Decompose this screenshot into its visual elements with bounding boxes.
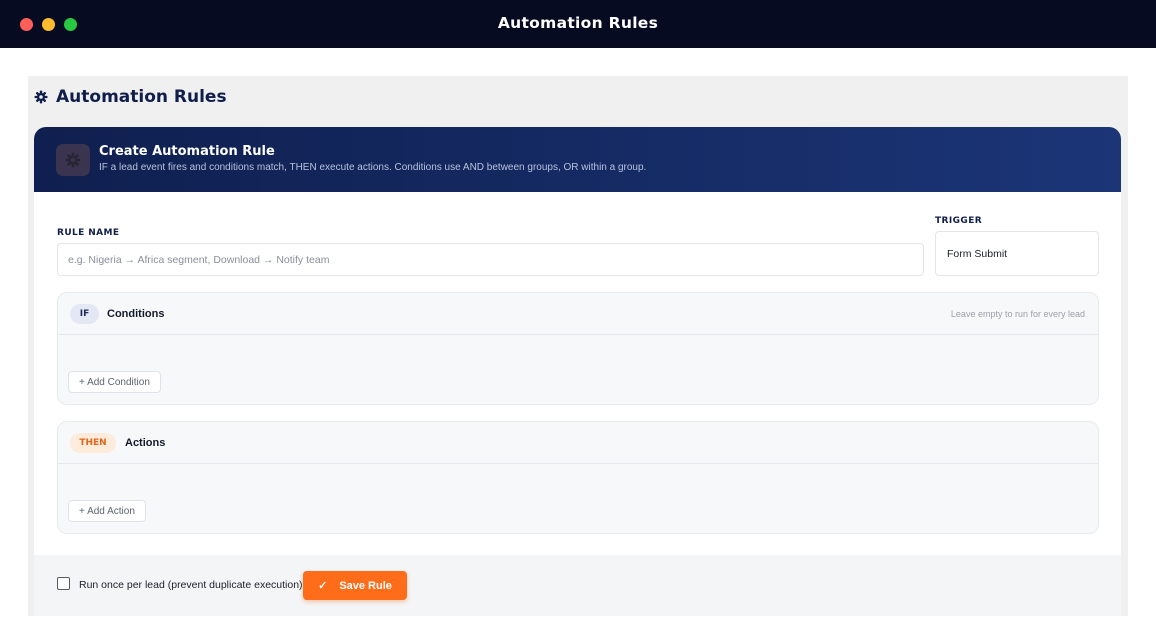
trigger-label: TRIGGER [935,216,983,226]
card-header: Create Automation Rule IF a lead event f… [34,127,1121,192]
page-title-row: Automation Rules [34,87,227,107]
add-action-button[interactable]: + Add Action [68,500,146,522]
page-title: Automation Rules [56,87,227,107]
conditions-hint: Leave empty to run for every lead [950,309,1085,319]
card-header-icon-box [56,144,90,176]
trigger-select[interactable]: Form Submit [935,231,1099,276]
conditions-header: IF Conditions Leave empty to run for eve… [58,293,1098,335]
actions-header: THEN Actions [58,422,1098,464]
run-once-label[interactable]: Run once per lead (prevent duplicate exe… [79,579,303,591]
window-title: Automation Rules [497,14,659,32]
conditions-section: IF Conditions Leave empty to run for eve… [57,292,1099,405]
rule-name-input[interactable] [57,243,924,276]
create-rule-card: Create Automation Rule IF a lead event f… [34,127,1121,616]
check-icon: ✓ [318,580,328,592]
if-badge: IF [70,304,99,324]
add-condition-button[interactable]: + Add Condition [68,371,161,393]
conditions-title: Conditions [107,308,165,320]
gear-icon [34,90,48,104]
card-title: Create Automation Rule [99,144,275,159]
card-subtitle: IF a lead event fires and conditions mat… [99,162,647,173]
gear-icon [65,152,81,168]
then-badge: THEN [70,433,116,453]
actions-section: THEN Actions + Add Action [57,421,1099,534]
trigger-value: Form Submit [947,247,1008,260]
window-titlebar: Automation Rules [0,0,1156,48]
save-rule-button[interactable]: ✓ Save Rule [303,571,407,600]
card-footer: Run once per lead (prevent duplicate exe… [34,555,1121,616]
run-once-checkbox[interactable] [57,577,70,590]
page-content: Automation Rules Create Automation Rule … [28,76,1128,616]
rule-name-label: RULE NAME [57,228,120,238]
actions-title: Actions [125,437,166,449]
save-rule-label: Save Rule [339,579,392,592]
